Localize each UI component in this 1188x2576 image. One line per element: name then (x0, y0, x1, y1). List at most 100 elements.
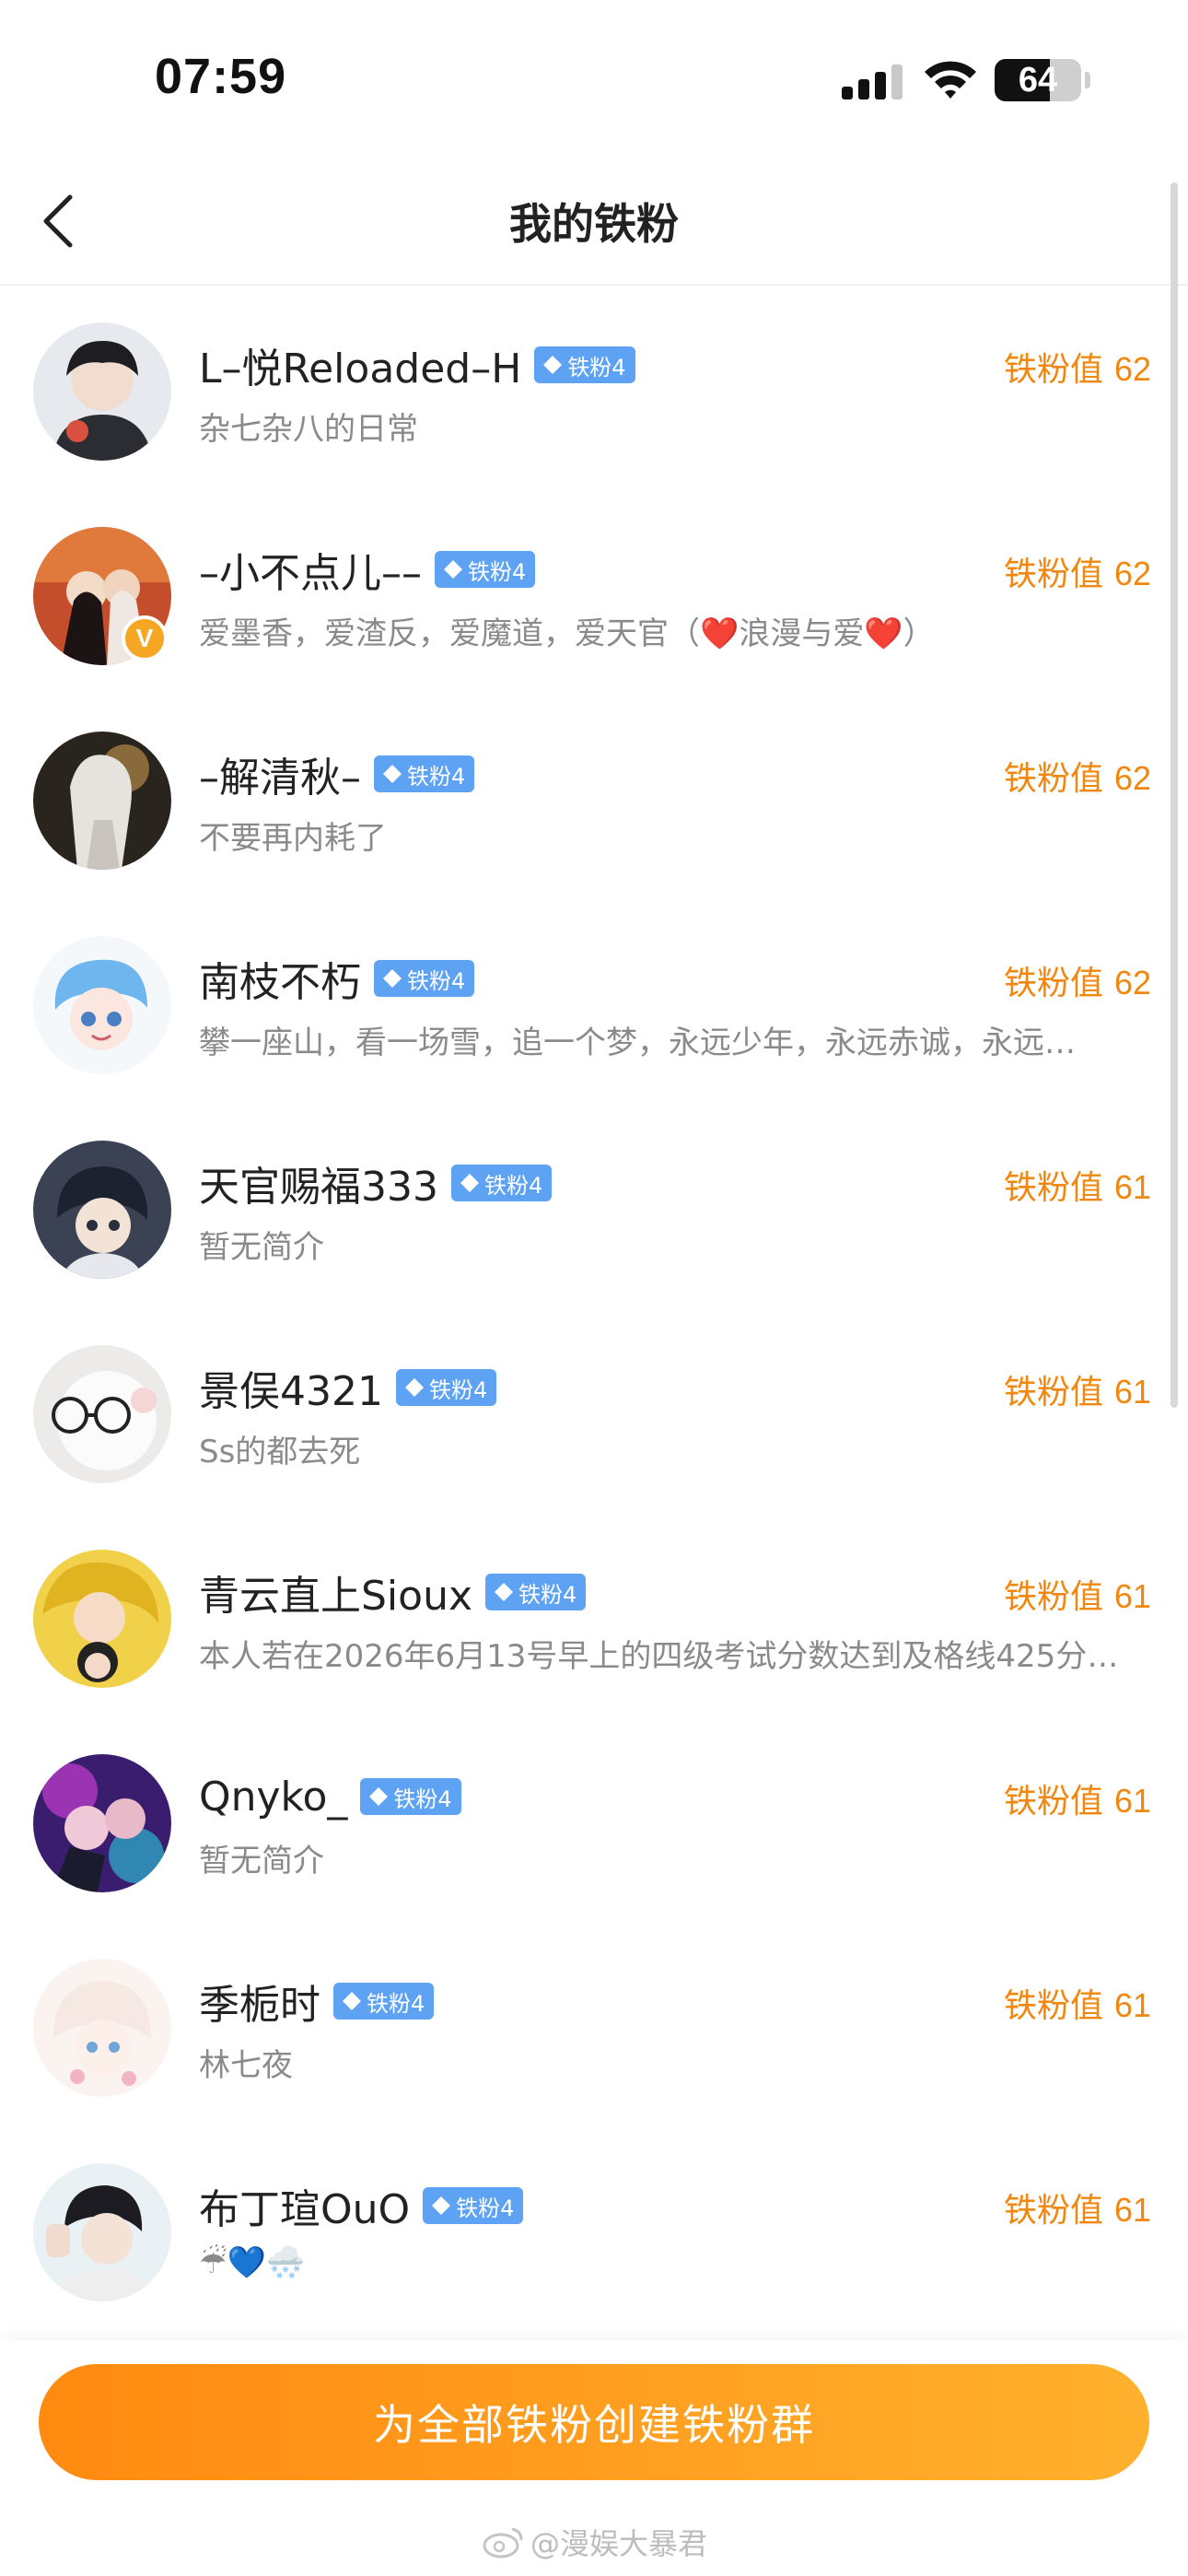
fan-bio: ☔💙🌨️ (199, 2244, 306, 2281)
name-row: 景俣4321 铁粉4 (199, 1358, 497, 1417)
name-row: 季栀时 铁粉4 (199, 1972, 435, 2031)
fan-level-label: 铁粉4 (393, 1786, 452, 1812)
fan-score: 铁粉值 62 (1004, 343, 1151, 391)
fan-score-label: 铁粉值 (1003, 965, 1103, 1002)
fan-score-label: 铁粉值 (1003, 1578, 1103, 1616)
watermark-text: @漫娱大暴君 (530, 2526, 707, 2561)
fan-list-item[interactable]: 南枝不朽 铁粉4 攀一座山，看一场雪，追一个梦，永远少年，永远赤诚，永远… 铁粉… (0, 908, 1188, 1113)
fan-score: 铁粉值 62 (1004, 547, 1151, 595)
fan-name[interactable]: –解清秋– (199, 744, 361, 803)
fan-name[interactable]: 季栀时 (199, 1972, 320, 2031)
diamond-icon (432, 2196, 451, 2215)
fan-list-item[interactable]: –解清秋– 铁粉4 不要再内耗了 铁粉值 62 (0, 704, 1188, 908)
name-row: 布丁瑄OuO 铁粉4 (199, 2176, 524, 2235)
fan-score-value: 61 (1113, 1577, 1151, 1615)
diamond-icon (495, 1583, 513, 1601)
back-button[interactable] (20, 184, 94, 258)
fan-level-badge: 铁粉4 (534, 346, 635, 383)
fan-name[interactable]: 南枝不朽 (199, 949, 361, 1008)
fan-list-item[interactable]: 天官赐福333 铁粉4 暂无简介 铁粉值 61 (0, 1113, 1188, 1317)
avatar[interactable] (33, 732, 171, 870)
fan-score-label: 铁粉值 (1003, 351, 1103, 389)
fans-page: 07:59 64 我的铁粉 L–悦Reloaded–H 铁粉4 杂七杂八的日常 … (0, 0, 1188, 2576)
wifi-icon (925, 61, 976, 99)
fan-level-badge: 铁粉4 (360, 1778, 461, 1815)
fan-bio: 不要再内耗了 (199, 820, 387, 857)
avatar[interactable] (33, 1141, 171, 1279)
fan-score-label: 铁粉值 (1003, 1783, 1103, 1821)
create-fan-group-button[interactable]: 为全部铁粉创建铁粉群 (39, 2364, 1149, 2480)
fan-list-item[interactable]: L–悦Reloaded–H 铁粉4 杂七杂八的日常 铁粉值 62 (0, 295, 1188, 499)
fan-list-item[interactable]: V –小不点儿–– 铁粉4 爱墨香，爱渣反，爱魔道，爱天官（❤️浪漫与爱❤️） … (0, 499, 1188, 704)
fan-level-badge: 铁粉4 (485, 1574, 587, 1610)
name-row: Qnyko_ 铁粉4 (199, 1769, 461, 1824)
fan-score-label: 铁粉值 (1003, 1169, 1103, 1207)
battery-level: 64 (1018, 60, 1058, 100)
fan-score-value: 62 (1113, 759, 1151, 797)
avatar[interactable] (33, 1550, 171, 1688)
fan-bio: 杂七杂八的日常 (199, 411, 418, 448)
diamond-icon (543, 356, 563, 374)
fan-level-label: 铁粉4 (428, 1376, 488, 1403)
fan-level-badge: 铁粉4 (374, 755, 475, 792)
diamond-icon (460, 1174, 479, 1192)
fan-score: 铁粉值 61 (1004, 1774, 1151, 1822)
fan-level-label: 铁粉4 (483, 1172, 543, 1199)
fan-name[interactable]: 青云直上Sioux (199, 1563, 472, 1622)
fan-score: 铁粉值 62 (1004, 752, 1151, 800)
name-row: 青云直上Sioux 铁粉4 (199, 1563, 587, 1622)
fan-level-badge: 铁粉4 (423, 2187, 524, 2224)
fan-name[interactable]: 天官赐福333 (199, 1153, 438, 1212)
diamond-icon (369, 1787, 389, 1806)
fan-level-label: 铁粉4 (407, 763, 466, 790)
status-bar: 07:59 64 (0, 0, 1188, 157)
fan-list: L–悦Reloaded–H 铁粉4 杂七杂八的日常 铁粉值 62 V –小不点儿–… (0, 295, 1188, 2340)
fan-list-item[interactable]: 布丁瑄OuO 铁粉4 ☔💙🌨️ 铁粉值 61 (0, 2136, 1188, 2340)
avatar[interactable] (33, 2163, 171, 2301)
fan-score-label: 铁粉值 (1003, 556, 1103, 593)
fan-score-label: 铁粉值 (1003, 1987, 1103, 2025)
bottom-bar: 为全部铁粉创建铁粉群 @漫娱大暴君 (0, 2340, 1188, 2576)
fan-score: 铁粉值 61 (1004, 1570, 1151, 1618)
fan-list-item[interactable]: 季栀时 铁粉4 林七夜 铁粉值 61 (0, 1931, 1188, 2136)
weibo-icon (483, 2527, 523, 2558)
fan-bio: 暂无简介 (199, 1229, 324, 1266)
avatar[interactable] (33, 322, 171, 461)
cellular-signal-icon (842, 64, 903, 100)
fan-bio: 暂无简介 (199, 1843, 324, 1879)
fan-list-item[interactable]: 景俣4321 铁粉4 Ss的都去死 铁粉值 61 (0, 1317, 1188, 1522)
name-row: L–悦Reloaded–H 铁粉4 (199, 337, 635, 392)
fan-name[interactable]: 景俣4321 (199, 1358, 383, 1417)
diamond-icon (383, 969, 402, 988)
nav-header: 我的铁粉 (0, 157, 1188, 286)
fan-name[interactable]: –小不点儿–– (199, 540, 422, 599)
fan-score-label: 铁粉值 (1003, 2192, 1103, 2230)
fan-level-label: 铁粉4 (518, 1581, 577, 1608)
fan-level-label: 铁粉4 (456, 2195, 515, 2221)
fan-list-item[interactable]: Qnyko_ 铁粉4 暂无简介 铁粉值 61 (0, 1727, 1188, 1931)
fan-score-label: 铁粉值 (1003, 760, 1103, 798)
avatar[interactable] (33, 936, 171, 1074)
fan-bio: 爱墨香，爱渣反，爱魔道，爱天官（❤️浪漫与爱❤️） (199, 615, 935, 652)
fan-score-label: 铁粉值 (1003, 1374, 1103, 1411)
fan-name[interactable]: 布丁瑄OuO (199, 2176, 410, 2235)
fan-level-label: 铁粉4 (468, 558, 527, 585)
fan-name[interactable]: Qnyko_ (199, 1774, 347, 1821)
fan-level-badge: 铁粉4 (435, 551, 536, 588)
fan-score-value: 61 (1113, 1168, 1151, 1206)
verified-icon: V (122, 615, 168, 662)
avatar[interactable] (33, 1754, 171, 1892)
avatar[interactable] (33, 1345, 171, 1483)
fan-score-value: 62 (1113, 964, 1151, 1001)
fan-bio: Ss的都去死 (199, 1434, 361, 1470)
fan-name[interactable]: L–悦Reloaded–H (199, 335, 521, 394)
fan-score-value: 61 (1113, 1373, 1151, 1411)
chevron-left-icon (43, 194, 73, 248)
watermark: @漫娱大暴君 (0, 2521, 1188, 2563)
fan-list-item[interactable]: 青云直上Sioux 铁粉4 本人若在2026年6月13号早上的四级考试分数达到及… (0, 1522, 1188, 1727)
diamond-icon (404, 1378, 424, 1397)
avatar[interactable] (33, 1959, 171, 2097)
fan-level-badge: 铁粉4 (333, 1983, 435, 2020)
fan-score-value: 62 (1113, 555, 1151, 592)
name-row: –小不点儿–– 铁粉4 (199, 540, 536, 599)
